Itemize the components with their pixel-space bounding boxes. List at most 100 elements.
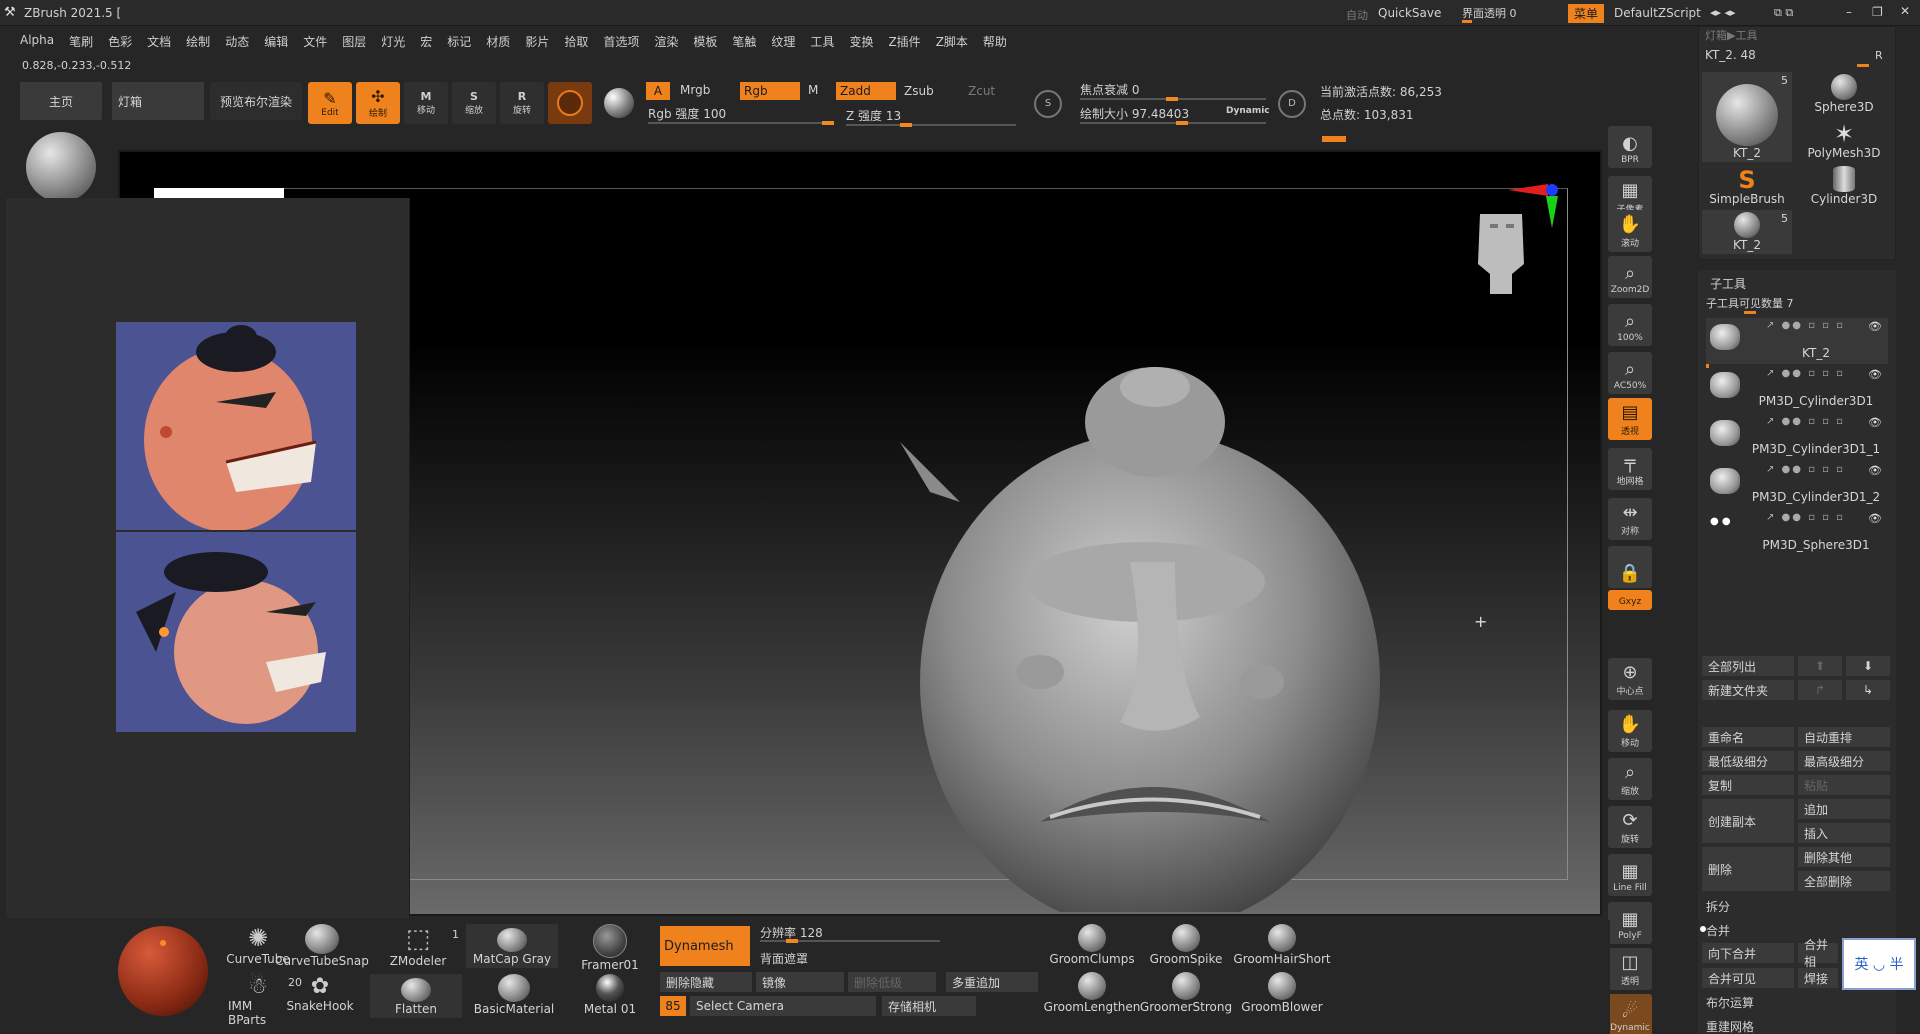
material-metal01[interactable]: Metal 01 [570, 974, 650, 1016]
right-toolbar-polyframe-button[interactable]: ▦ PolyF [1608, 902, 1652, 944]
rgb-intensity-knob[interactable] [822, 121, 834, 125]
list-all-button[interactable]: 全部列出 [1702, 656, 1794, 676]
restore-icon[interactable]: ❐ [1872, 5, 1883, 19]
z-intensity-slider[interactable]: Z 强度 13 [846, 107, 901, 124]
brush-zmodeler[interactable]: ⬚ ZModeler [386, 924, 450, 968]
rgb-intensity-track[interactable] [648, 122, 834, 124]
brush-snakehook[interactable]: ✿ SnakeHook [286, 974, 353, 1013]
delete-button[interactable]: 删除 [1702, 847, 1794, 891]
menu-item-5[interactable]: 动态 [225, 33, 249, 50]
store-camera-button[interactable]: 存储相机 [882, 996, 976, 1016]
material-framer01[interactable]: Framer01 [570, 924, 650, 972]
new-folder-button[interactable]: 新建文件夹 [1702, 680, 1794, 700]
right-toolbar-transparent-button[interactable]: ◫ 透明 [1608, 948, 1652, 990]
menu-item-9[interactable]: 灯光 [381, 33, 405, 50]
arrow-up-button[interactable]: ⬆ [1798, 656, 1842, 676]
menu-button[interactable]: 菜单 [1568, 4, 1605, 23]
select-camera-button[interactable]: Select Camera [690, 996, 876, 1016]
zsub-toggle[interactable]: Zsub [904, 84, 934, 98]
layout-icon[interactable]: ⧉ ⧉ [1774, 6, 1793, 20]
lowest-subdiv-button[interactable]: 最低级细分 [1702, 751, 1794, 771]
menu-item-6[interactable]: 编辑 [264, 33, 288, 50]
rgb-toggle[interactable]: Rgb [740, 82, 800, 100]
ime-indicator[interactable]: 英 ◡ 半 [1842, 938, 1916, 990]
close-icon[interactable]: ✕ [1900, 4, 1910, 18]
brush-curvetubesnap[interactable]: CurveTubeSnap [275, 924, 369, 968]
tool-thumb-sphere3d[interactable]: Sphere3D [1798, 72, 1890, 116]
right-toolbar-zoom100-button[interactable]: ⌕ 100% [1608, 304, 1652, 346]
visibility-eye-icon[interactable]: 👁 [1868, 368, 1882, 381]
tool-thumb-cylinder3d[interactable]: Cylinder3D [1798, 164, 1890, 208]
left-material-preview[interactable] [26, 132, 96, 202]
menu-item-23[interactable]: Z脚本 [936, 33, 968, 50]
minimize-icon[interactable]: – [1846, 5, 1852, 19]
multi-append-button[interactable]: 多重追加 [946, 972, 1038, 992]
arrow-down-button[interactable]: ⬇ [1846, 656, 1890, 676]
brush-groomspike[interactable]: GroomSpike [1138, 924, 1234, 966]
boolean-section[interactable]: 布尔运算 [1706, 994, 1754, 1011]
folder-down-button[interactable]: ↳ [1846, 680, 1890, 700]
visibility-eye-icon[interactable]: 👁 [1868, 512, 1882, 525]
tab-lightbox[interactable]: 灯箱 [112, 82, 204, 120]
duplicate-button[interactable]: 创建副本 [1702, 799, 1794, 843]
tool-thumb-kt-2[interactable]: KT_2 5 [1702, 72, 1792, 162]
draw-size-track[interactable] [1080, 122, 1266, 124]
tab-home[interactable]: 主页 [20, 82, 102, 120]
tab-bpr-preview[interactable]: 预览布尔渲染 [210, 82, 302, 120]
lazy-mouse-icon[interactable]: S [1034, 90, 1062, 118]
menu-item-0[interactable]: Alpha [20, 33, 54, 50]
right-toolbar-bpr-button[interactable]: ◐ BPR [1608, 126, 1652, 168]
rename-button[interactable]: 重命名 [1702, 727, 1794, 747]
m-toggle[interactable]: M [808, 83, 818, 97]
dynamesh-button[interactable]: Dynamesh [660, 926, 750, 966]
material-matcap-gray[interactable]: MatCap Gray [466, 924, 558, 968]
menu-item-11[interactable]: 标记 [447, 33, 471, 50]
subtool-toggles-icon[interactable]: ↗ ●● ▫ ▫ ▫ [1766, 320, 1845, 331]
tool-thumb-polymesh3d[interactable]: ✶ PolyMesh3D [1798, 118, 1890, 162]
backface-mask-toggle[interactable]: 背面遮罩 [760, 950, 808, 967]
brush-color-swatch[interactable] [548, 82, 592, 124]
right-toolbar-dynamic-button[interactable]: ☄ Dynamic [1608, 994, 1652, 1034]
camera-value-field[interactable]: 85 [660, 996, 686, 1016]
insert-button[interactable]: 插入 [1798, 823, 1890, 843]
r-toggle[interactable]: R [1875, 49, 1883, 62]
menu-item-12[interactable]: 材质 [486, 33, 510, 50]
rgb-intensity-slider[interactable]: Rgb 强度 100 [648, 105, 726, 122]
merge-down-button[interactable]: 向下合并 [1702, 943, 1794, 963]
menu-item-10[interactable]: 宏 [420, 33, 432, 50]
auto-reorder-button[interactable]: 自动重排 [1798, 727, 1890, 747]
default-zscript-button[interactable]: DefaultZScript [1614, 6, 1701, 20]
right-toolbar-ac50-button[interactable]: ⌕ AC50% [1608, 352, 1652, 394]
subtool-toggles-icon[interactable]: ↗ ●● ▫ ▫ ▫ [1766, 416, 1845, 427]
brush-imm-bparts[interactable]: ☃ IMM BParts [228, 974, 288, 1027]
tool-thumb-kt-2[interactable]: KT_2 5 [1702, 210, 1792, 254]
visibility-eye-icon[interactable]: 👁 [1868, 464, 1882, 477]
current-tool-slider[interactable]: KT_2. 48 [1705, 48, 1756, 62]
menu-item-21[interactable]: 变换 [849, 33, 873, 50]
zcut-toggle[interactable]: Zcut [968, 84, 995, 98]
right-toolbar-center-point-button[interactable]: ⊕ 中心点 [1608, 658, 1652, 700]
menu-item-16[interactable]: 渲染 [654, 33, 678, 50]
quicksave-button[interactable]: QuickSave [1378, 6, 1441, 20]
right-toolbar-move-button[interactable]: ✋ 移动 [1608, 710, 1652, 752]
subtool-visible-knob[interactable] [1744, 311, 1756, 314]
weld-button[interactable]: 焊接 [1798, 968, 1838, 988]
menu-item-15[interactable]: 首选项 [603, 33, 639, 50]
arrows-icon[interactable]: ◂▸ ◂▸ [1710, 6, 1736, 19]
append-button[interactable]: 追加 [1798, 799, 1890, 819]
mirror-button[interactable]: 镜像 [756, 972, 844, 992]
right-toolbar-perspective-button[interactable]: ▤ 透视 [1608, 398, 1652, 440]
mrgb-toggle[interactable]: Mrgb [680, 83, 710, 97]
transparency-slider-knob[interactable] [1462, 20, 1472, 23]
menu-item-4[interactable]: 绘制 [186, 33, 210, 50]
subtool-row[interactable]: ● ● 👁 ↗ ●● ▫ ▫ ▫ PM3D_Sphere3D1 [1706, 510, 1888, 556]
move-button[interactable]: M 移动 [404, 82, 448, 124]
draw-size-slider[interactable]: 绘制大小 97.48403 [1080, 105, 1189, 122]
menu-item-20[interactable]: 工具 [810, 33, 834, 50]
menu-item-3[interactable]: 文档 [147, 33, 171, 50]
remesh-section[interactable]: 重建网格 [1706, 1018, 1754, 1034]
zadd-toggle[interactable]: Zadd [836, 82, 896, 100]
right-toolbar-scale-button[interactable]: ⌕ 缩放 [1608, 758, 1652, 800]
copy-button[interactable]: 复制 [1702, 775, 1794, 795]
scale-button[interactable]: S 缩放 [452, 82, 496, 124]
